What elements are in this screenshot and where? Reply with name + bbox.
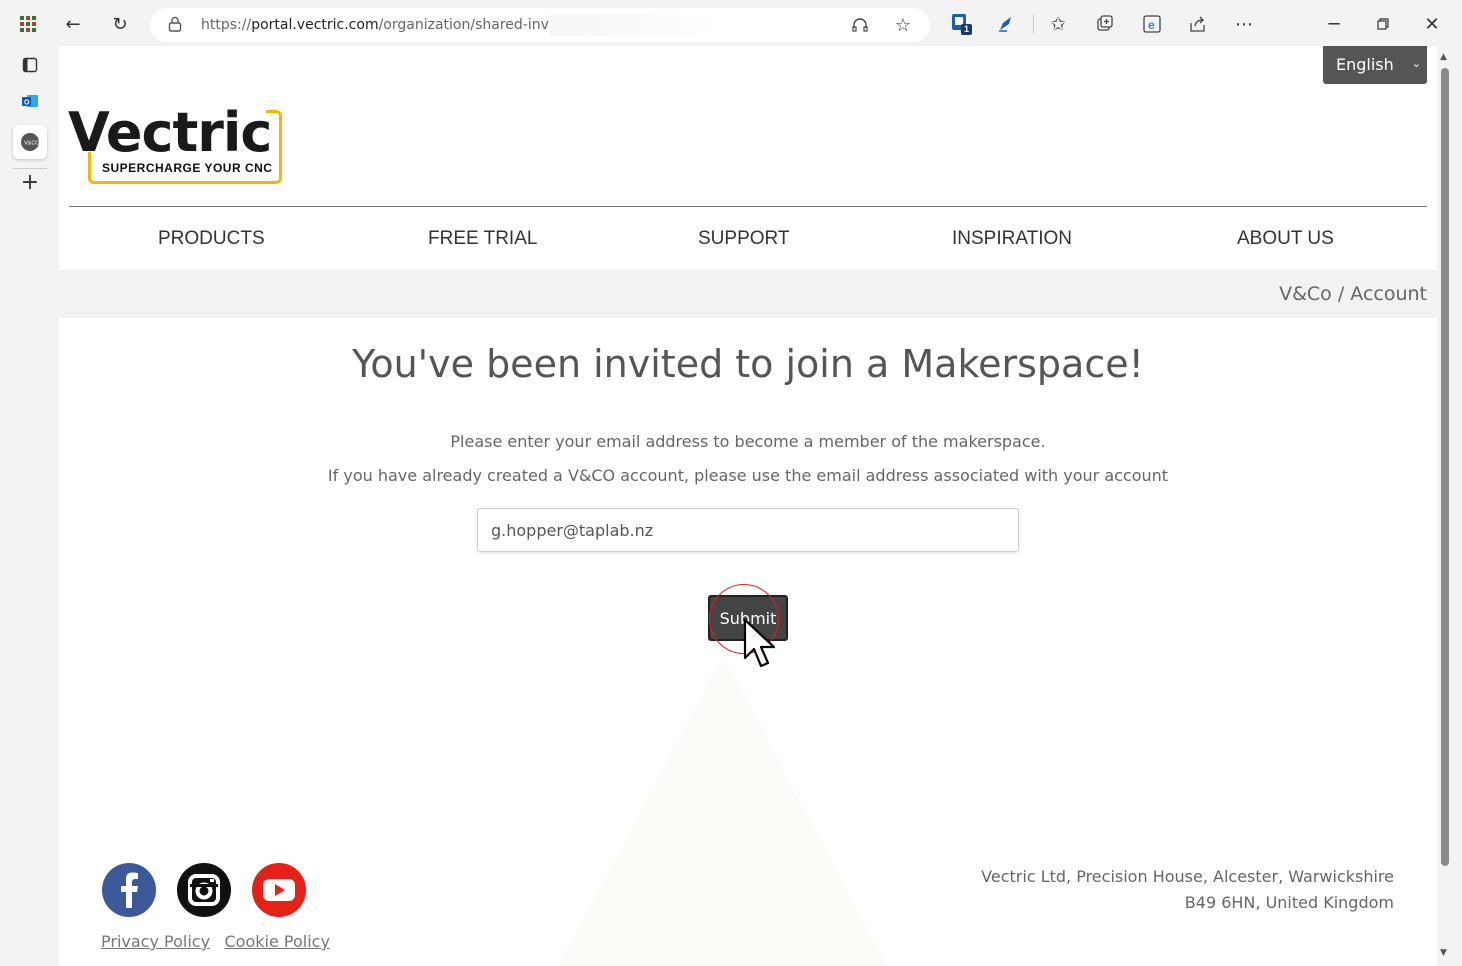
url-path: /organization/shared-invite/: [378, 17, 549, 33]
pen-extension-icon[interactable]: [994, 12, 1018, 36]
background-triangle: [559, 656, 887, 966]
svg-text:e: e: [1148, 18, 1155, 32]
chevron-down-icon: ⌄: [1411, 57, 1421, 70]
read-aloud-icon[interactable]: [848, 13, 872, 37]
nav-item-inspiration[interactable]: INSPIRATION: [952, 228, 1072, 250]
extension-badge-count: 1: [964, 24, 970, 34]
main-nav: PRODUCTS FREE TRIAL SUPPORT INSPIRATION …: [59, 206, 1437, 269]
address-line-2: B49 6HN, United Kingdom: [1184, 893, 1394, 912]
collections-icon[interactable]: [1093, 12, 1117, 36]
minimize-icon[interactable]: ─: [1322, 12, 1346, 36]
url-host: portal.vectric.com: [251, 17, 379, 33]
lock-icon: [168, 16, 182, 37]
company-address: Vectric Ltd, Precision House, Alcester, …: [981, 864, 1394, 916]
browser-sidebar: O V&CO +: [0, 48, 58, 966]
instagram-icon: [177, 863, 231, 917]
nav-item-about-us[interactable]: ABOUT US: [1237, 228, 1334, 250]
privacy-policy-link[interactable]: Privacy Policy: [101, 932, 210, 951]
toolbar-divider: [1033, 14, 1034, 34]
svg-text:V&CO: V&CO: [24, 141, 40, 147]
facebook-icon: [102, 863, 156, 917]
invite-instruction: Please enter your email address to becom…: [450, 432, 1046, 451]
email-input[interactable]: [477, 508, 1019, 552]
cookie-policy-link[interactable]: Cookie Policy: [225, 932, 330, 951]
scroll-thumb[interactable]: [1441, 68, 1449, 866]
logo-wordmark: Vectric: [68, 101, 272, 164]
breadcrumb-bar: V&Co / Account: [59, 270, 1437, 318]
ie-mode-icon[interactable]: e: [1140, 12, 1164, 36]
vectric-logo[interactable]: Vectric SUPERCHARGE YOUR CNC: [68, 106, 282, 186]
restore-icon[interactable]: [1371, 12, 1395, 36]
extension-badge-icon[interactable]: 1: [950, 12, 974, 36]
page-scrollbar[interactable]: ▲ ▼: [1437, 46, 1454, 966]
scroll-up-icon[interactable]: ▲: [1440, 52, 1447, 62]
refresh-icon[interactable]: ↻: [108, 12, 132, 36]
close-icon[interactable]: ✕: [1420, 12, 1444, 36]
language-select-value: English: [1336, 55, 1394, 74]
nav-item-products[interactable]: PRODUCTS: [158, 228, 265, 250]
outlook-icon[interactable]: O: [17, 88, 43, 114]
page-viewport: English ⌄ Vectric SUPERCHARGE YOUR CNC P…: [59, 46, 1437, 966]
logo-tagline: SUPERCHARGE YOUR CNC: [102, 161, 273, 175]
url-text: https://portal.vectric.com/organization/…: [201, 17, 549, 33]
add-tab-icon[interactable]: +: [17, 169, 43, 195]
url-fade: [550, 14, 722, 36]
favorites-list-icon[interactable]: ✩: [1046, 12, 1070, 36]
browser-toolbar: ← ↻ https://portal.vectric.com/organizat…: [0, 0, 1462, 48]
svg-text:O: O: [24, 100, 30, 107]
facebook-link[interactable]: [101, 862, 157, 918]
youtube-icon: [252, 863, 306, 917]
page-title: You've been invited to join a Makerspace…: [352, 342, 1144, 386]
breadcrumb[interactable]: V&Co / Account: [1279, 283, 1427, 305]
nav-item-support[interactable]: SUPPORT: [698, 228, 790, 250]
footer-links: Privacy Policy Cookie Policy: [101, 932, 340, 952]
share-icon[interactable]: [1186, 12, 1210, 36]
app-grid-icon[interactable]: [16, 12, 40, 36]
favorite-star-icon[interactable]: ☆: [891, 13, 915, 37]
scroll-down-icon[interactable]: ▼: [1440, 948, 1447, 958]
nav-item-free-trial[interactable]: FREE TRIAL: [428, 228, 537, 250]
back-arrow-icon[interactable]: ←: [61, 12, 85, 36]
address-bar[interactable]: https://portal.vectric.com/organization/…: [150, 8, 930, 42]
address-line-1: Vectric Ltd, Precision House, Alcester, …: [981, 867, 1394, 886]
mouse-pointer-icon: [743, 618, 781, 679]
invite-note: If you have already created a V&CO accou…: [327, 466, 1169, 485]
tab-actions-icon[interactable]: [17, 52, 43, 78]
more-options-icon[interactable]: ⋯: [1232, 12, 1256, 36]
url-prefix: https://: [201, 17, 252, 33]
language-select[interactable]: English ⌄: [1323, 46, 1427, 84]
instagram-link[interactable]: [176, 862, 232, 918]
youtube-link[interactable]: [251, 862, 307, 918]
vco-tab-icon[interactable]: V&CO: [13, 125, 47, 159]
